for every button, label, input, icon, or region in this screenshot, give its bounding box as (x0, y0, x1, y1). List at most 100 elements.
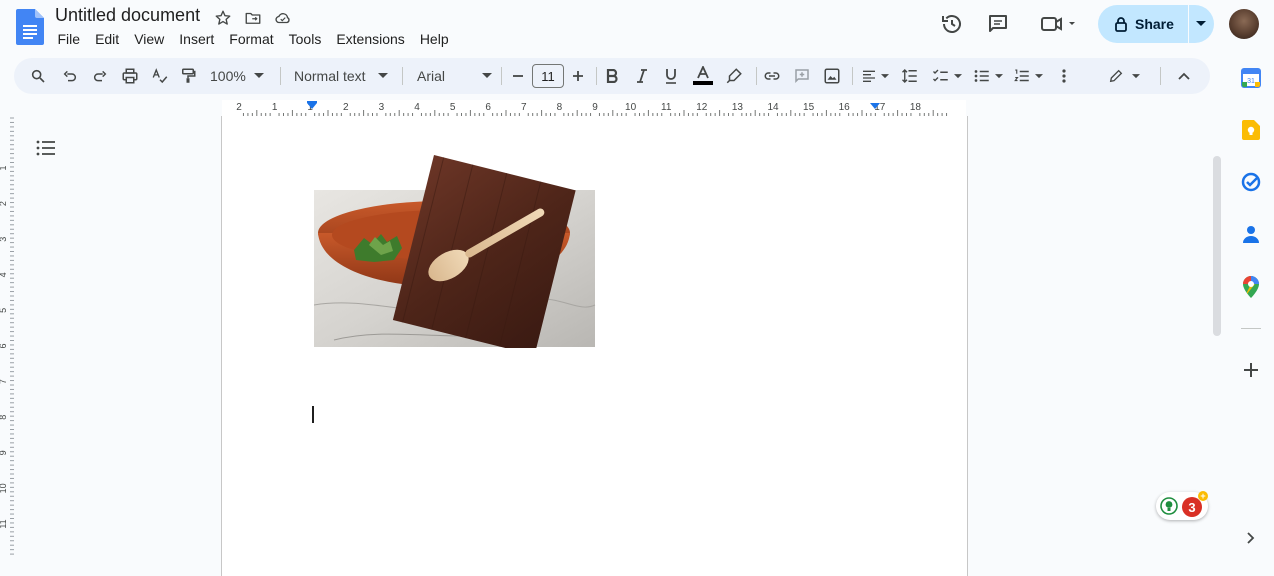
undo-icon[interactable] (58, 58, 82, 94)
increase-font-size-icon[interactable] (568, 58, 588, 94)
add-addon-plus-icon[interactable] (1239, 358, 1263, 382)
document-title[interactable]: Untitled document (55, 5, 200, 26)
editing-mode-select[interactable] (1104, 58, 1144, 94)
ruler-label: 5 (0, 308, 8, 313)
checklist-select[interactable] (928, 58, 966, 94)
maps-icon[interactable] (1239, 275, 1263, 299)
meet-call-icon[interactable] (1036, 10, 1080, 38)
redo-icon[interactable] (88, 58, 112, 94)
chevron-down-icon (954, 73, 962, 78)
ruler-label: 7 (0, 379, 8, 384)
ruler-label: 2 (343, 102, 349, 113)
star-icon[interactable] (212, 7, 234, 29)
toolbar-divider (280, 67, 281, 85)
calendar-icon[interactable]: 31 (1239, 66, 1263, 90)
tasks-icon[interactable] (1239, 170, 1263, 194)
ruler-label: 4 (414, 102, 420, 113)
font-size-value: 11 (532, 64, 564, 88)
add-comment-icon[interactable] (790, 58, 814, 94)
menu-format[interactable]: Format (222, 30, 281, 48)
explore-assist-badge[interactable]: 3 + (1156, 491, 1208, 520)
contacts-icon[interactable] (1239, 222, 1263, 246)
ruler-label: 1 (272, 102, 278, 113)
share-button[interactable]: Share (1098, 5, 1214, 43)
ruler-label: 1 (0, 165, 8, 170)
ruler-label: 12 (696, 102, 708, 113)
menu-view[interactable]: View (127, 30, 172, 48)
ruler-label: 9 (0, 450, 8, 455)
chevron-down-icon (377, 73, 388, 78)
bulleted-list-select[interactable] (970, 58, 1006, 94)
font-value: Arial (417, 68, 446, 84)
ruler-label: 2 (236, 102, 242, 113)
vertical-ruler[interactable]: 1 2 3 4 5 6 7 8 9 10 11 (0, 116, 14, 558)
salad-bowl-spoon-image (314, 155, 596, 348)
line-spacing-icon[interactable] (898, 58, 922, 94)
toolbar-divider (756, 67, 757, 85)
ruler-label: 18 (910, 102, 922, 113)
chevron-down-icon (1035, 73, 1043, 78)
menu-extensions[interactable]: Extensions (329, 30, 412, 48)
move-folder-icon[interactable] (242, 7, 264, 29)
chevron-down-icon (253, 73, 264, 78)
italic-icon[interactable] (632, 58, 652, 94)
ruler-label: 8 (557, 102, 563, 113)
search-menus-icon[interactable] (26, 58, 50, 94)
bold-icon[interactable] (602, 58, 622, 94)
vertical-scrollbar[interactable] (1213, 156, 1221, 336)
ruler-label: 3 (0, 237, 8, 242)
numbered-list-select[interactable] (1010, 58, 1046, 94)
menu-file[interactable]: File (50, 30, 88, 48)
highlight-color-icon[interactable] (722, 58, 746, 94)
align-left-icon (863, 70, 875, 82)
hide-menus-chevron-up-icon[interactable] (1174, 58, 1194, 94)
first-line-indent-marker[interactable] (307, 101, 317, 103)
text-color-icon[interactable] (691, 58, 715, 94)
docs-logo-icon[interactable] (16, 9, 44, 45)
zoom-value: 100% (210, 68, 246, 84)
document-outline-icon[interactable] (35, 138, 57, 158)
comments-icon[interactable] (984, 10, 1012, 38)
cloud-saved-icon[interactable] (272, 7, 294, 29)
keep-icon[interactable] (1239, 118, 1263, 142)
align-select[interactable] (858, 58, 892, 94)
ruler-label: 7 (521, 102, 527, 113)
ruler-label: 10 (625, 102, 637, 113)
avatar[interactable] (1229, 9, 1259, 39)
ruler-label: 10 (0, 483, 8, 493)
menu-help[interactable]: Help (412, 30, 456, 48)
share-dropdown-icon[interactable] (1189, 21, 1214, 27)
ruler-label: 9 (592, 102, 598, 113)
menu-tools[interactable]: Tools (281, 30, 329, 48)
share-label: Share (1135, 16, 1174, 32)
ruler-label: 6 (485, 102, 491, 113)
underline-icon[interactable] (661, 58, 681, 94)
toolbar-divider (852, 67, 853, 85)
inserted-image[interactable] (314, 155, 596, 348)
horizontal-ruler[interactable]: 2 1 1 2 3 4 5 6 7 8 9 10 11 12 13 14 15 16 17 18 (222, 100, 966, 116)
menu-insert[interactable]: Insert (172, 30, 222, 48)
insert-link-icon[interactable] (760, 58, 784, 94)
notification-badge: 3 + (1182, 491, 1208, 517)
version-history-icon[interactable] (938, 10, 966, 38)
toolbar-divider (402, 67, 403, 85)
ruler-label: 6 (0, 343, 8, 348)
spellcheck-icon[interactable] (148, 58, 172, 94)
bulleted-list-icon (974, 70, 989, 82)
print-icon[interactable] (118, 58, 142, 94)
insert-image-icon[interactable] (820, 58, 844, 94)
ruler-label: 15 (803, 102, 815, 113)
menu-edit[interactable]: Edit (88, 30, 127, 48)
paragraph-style-select[interactable]: Normal text (294, 58, 394, 94)
more-options-icon[interactable] (1054, 58, 1074, 94)
chevron-down-icon (995, 73, 1003, 78)
font-size-input[interactable]: 11 (532, 58, 564, 94)
decrease-font-size-icon[interactable] (508, 58, 528, 94)
expand-side-panel-chevron-icon[interactable] (1239, 526, 1263, 550)
ruler-label: 13 (732, 102, 744, 113)
paint-format-icon[interactable] (176, 58, 200, 94)
calendar-day: 31 (1247, 78, 1255, 85)
numbered-list-icon (1014, 69, 1029, 82)
font-select[interactable]: Arial (417, 58, 492, 94)
zoom-select[interactable]: 100% (210, 58, 270, 94)
